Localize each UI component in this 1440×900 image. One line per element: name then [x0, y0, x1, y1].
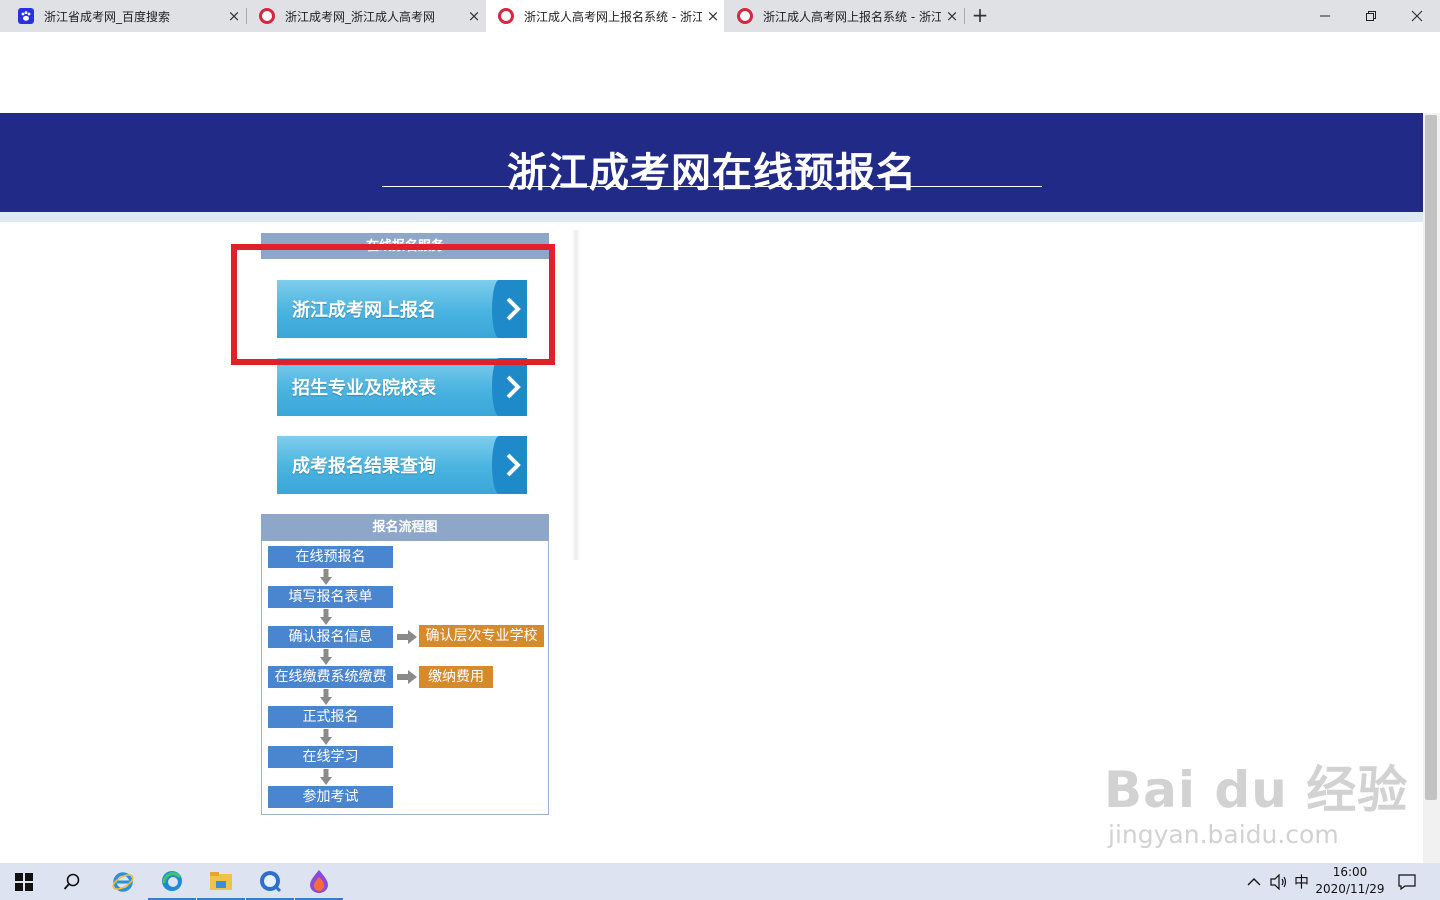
minimize-icon	[1320, 15, 1330, 17]
browser-tab-1[interactable]: 浙江省成考网_百度搜索 ×	[0, 0, 245, 32]
file-explorer-taskbar-button[interactable]	[197, 863, 245, 900]
ie-taskbar-button[interactable]	[99, 863, 147, 900]
restore-icon	[1366, 11, 1376, 21]
shield-icon	[498, 8, 514, 24]
close-icon	[1411, 10, 1423, 22]
panel-divider	[572, 230, 580, 560]
shield-icon	[737, 8, 753, 24]
chevron-up-icon	[1247, 877, 1261, 885]
header-stripe	[0, 212, 1423, 222]
search-icon	[63, 873, 80, 890]
baidu-paw-icon	[18, 8, 34, 24]
flow-chart-title: 报名流程图	[261, 514, 549, 541]
restore-button[interactable]	[1348, 0, 1394, 32]
arrow-down-icon	[320, 649, 332, 665]
close-icon[interactable]: ×	[463, 7, 485, 25]
tab-title: 浙江成人高考网上报名系统 - 浙江	[524, 9, 702, 24]
baidu-jingyan-watermark: Bai du 经验 jingyan.baidu.com	[1104, 760, 1408, 850]
flow-step: 在线学习	[268, 746, 393, 768]
edge-taskbar-button[interactable]	[148, 863, 196, 900]
browser-tab-3[interactable]: 浙江成人高考网上报名系统 - 浙江 ×	[486, 0, 724, 32]
flow-step: 填写报名表单	[268, 586, 393, 608]
arrow-right-icon	[397, 670, 417, 684]
flame-browser-icon	[310, 869, 328, 893]
result-query-button[interactable]: 成考报名结果查询	[277, 436, 527, 494]
flow-side-step: 缴纳费用	[419, 666, 493, 688]
flow-step: 确认报名信息	[268, 626, 393, 648]
ime-indicator[interactable]: 中	[1294, 863, 1309, 900]
arrow-down-icon	[320, 769, 332, 785]
tray-overflow-button[interactable]	[1247, 863, 1261, 900]
close-window-button[interactable]	[1394, 0, 1440, 32]
search-button[interactable]	[48, 863, 96, 900]
close-icon[interactable]: ×	[223, 7, 245, 25]
clock-date: 2020/11/29	[1315, 882, 1385, 896]
flow-side-step: 确认层次专业学校	[419, 625, 544, 647]
flow-step: 在线预报名	[268, 546, 393, 568]
majors-colleges-button[interactable]: 招生专业及院校表	[277, 358, 527, 416]
browser-tab-2[interactable]: 浙江成考网_浙江成人高考网 ×	[247, 0, 485, 32]
folder-icon	[210, 871, 232, 890]
flow-step: 在线缴费系统缴费	[268, 666, 393, 688]
close-icon[interactable]: ×	[941, 7, 963, 25]
watermark-brand: Bai du 经验	[1104, 761, 1409, 819]
arrow-down-icon	[320, 569, 332, 585]
notification-icon	[1398, 873, 1416, 890]
flow-step: 参加考试	[268, 786, 393, 808]
tab-title: 浙江成人高考网上报名系统 - 浙江	[763, 9, 941, 24]
page-title: 浙江成考网在线预报名	[507, 150, 917, 196]
title-underline	[382, 186, 1042, 187]
arrow-down-icon	[320, 689, 332, 705]
close-icon[interactable]: ×	[702, 7, 724, 25]
shield-icon	[259, 8, 275, 24]
scrollbar-thumb[interactable]	[1425, 115, 1437, 800]
speaker-icon	[1270, 873, 1287, 890]
edge-browser-icon	[162, 870, 182, 891]
volume-button[interactable]	[1270, 863, 1288, 900]
windows-logo-icon	[15, 872, 33, 891]
taskbar-clock[interactable]: 16:00 2020/11/29	[1315, 863, 1385, 898]
notification-center-button[interactable]	[1398, 863, 1416, 900]
browser-tab-4[interactable]: 浙江成人高考网上报名系统 - 浙江 ×	[725, 0, 963, 32]
app-taskbar-button[interactable]	[246, 863, 294, 900]
clock-time: 16:00	[1332, 865, 1368, 879]
chevron-right-icon	[492, 436, 527, 494]
highlight-annotation-box	[231, 244, 555, 365]
arrow-down-icon	[320, 609, 332, 625]
browser-taskbar-button[interactable]	[295, 863, 343, 900]
tab-separator	[964, 8, 965, 24]
globe-search-icon	[260, 870, 282, 892]
start-button[interactable]	[0, 863, 48, 900]
tab-title: 浙江成考网_浙江成人高考网	[285, 9, 436, 24]
chevron-right-icon	[492, 358, 527, 416]
arrow-down-icon	[320, 729, 332, 745]
watermark-url: jingyan.baidu.com	[1108, 820, 1339, 849]
tab-title: 浙江省成考网_百度搜索	[44, 9, 171, 24]
new-tab-button[interactable]: +	[969, 4, 991, 28]
arrow-right-icon	[397, 630, 417, 644]
flow-step: 正式报名	[268, 706, 393, 728]
internet-explorer-icon	[112, 871, 134, 892]
minimize-button[interactable]	[1302, 0, 1348, 32]
